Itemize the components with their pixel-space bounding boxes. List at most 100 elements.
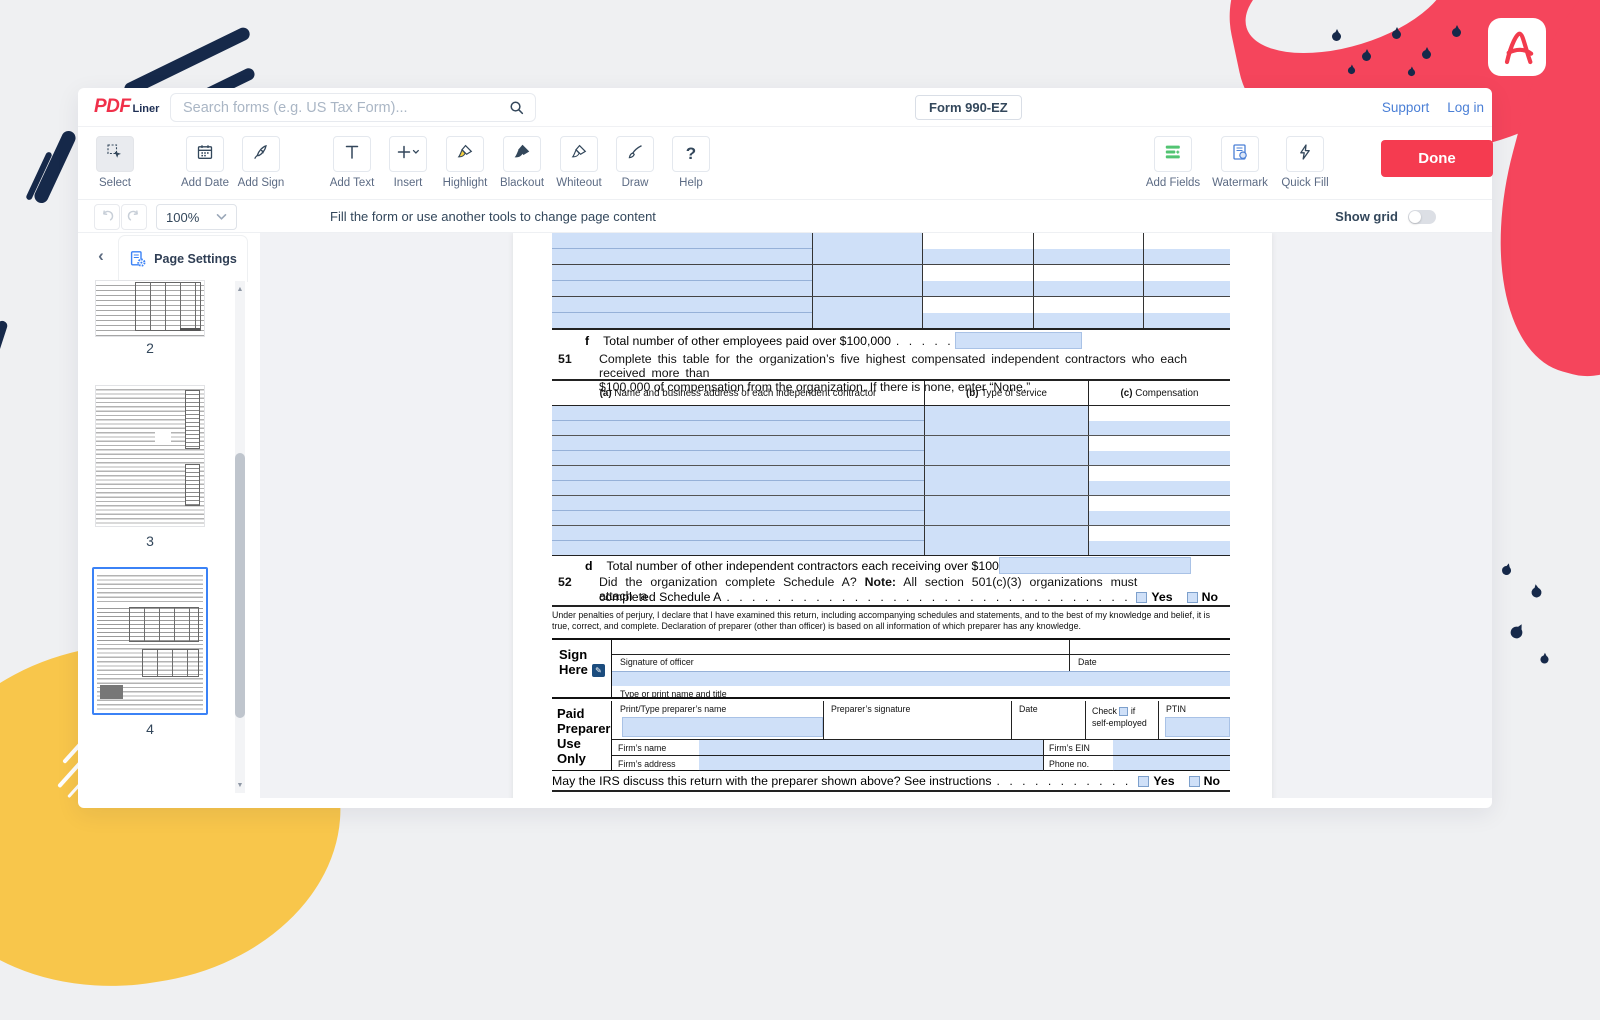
no-checkbox-52[interactable] [1187, 592, 1198, 603]
form-field[interactable] [922, 265, 1033, 296]
ptin-label: PTIN [1166, 704, 1186, 714]
page-thumbnail-2[interactable] [95, 280, 205, 337]
add-sign-button[interactable]: Add Sign [229, 136, 293, 189]
tool-label: Insert [394, 177, 423, 189]
add-text-button[interactable]: Add Text [320, 136, 384, 189]
support-link[interactable]: Support [1382, 100, 1429, 115]
draw-button[interactable]: Draw [603, 136, 667, 189]
search-input[interactable] [181, 99, 508, 117]
highlighter-brush-icon [456, 143, 474, 166]
form-field[interactable] [552, 265, 812, 296]
no-checkbox-irs[interactable] [1189, 776, 1200, 787]
add-date-button[interactable]: Add Date [173, 136, 237, 189]
form-field[interactable] [552, 526, 924, 555]
check-if-label: Check if [1092, 706, 1135, 716]
form-field[interactable] [924, 436, 1088, 465]
preparer-name-field[interactable] [622, 717, 823, 737]
firms-name-field[interactable] [699, 740, 1043, 755]
form-field[interactable] [552, 436, 924, 465]
yes-checkbox-52[interactable] [1136, 592, 1147, 603]
form-field[interactable] [552, 496, 924, 525]
redo-button[interactable] [121, 204, 147, 230]
line-51-number: 51 [558, 352, 572, 366]
form-field[interactable] [552, 233, 812, 264]
line-52-note: Note: [865, 575, 896, 589]
form-field-50f[interactable] [955, 332, 1082, 349]
form-field[interactable] [1143, 233, 1230, 264]
form-field[interactable] [812, 297, 922, 328]
form-field[interactable] [924, 496, 1088, 525]
form-field-51d[interactable] [999, 557, 1191, 574]
form-field[interactable] [924, 526, 1088, 555]
show-grid-toggle[interactable] [1408, 210, 1436, 224]
form-field[interactable] [812, 233, 922, 264]
chevron-down-icon [216, 213, 227, 221]
zoom-level-select[interactable]: 100% [156, 204, 237, 230]
search-bar[interactable] [170, 93, 536, 122]
page-thumbnail-3[interactable] [95, 385, 205, 527]
highlight-button[interactable]: Highlight [433, 136, 497, 189]
search-icon[interactable] [508, 99, 525, 116]
logo-liner-text: Liner [133, 103, 160, 115]
form-field[interactable] [924, 406, 1088, 435]
form-field[interactable] [1088, 466, 1230, 495]
logo-pdf-text: PDF [94, 96, 131, 118]
add-fields-button[interactable]: Add Fields [1141, 136, 1205, 189]
print-name-label: Print/Type preparer’s name [620, 704, 726, 714]
blackout-button[interactable]: Blackout [490, 136, 554, 189]
self-employed-checkbox[interactable] [1119, 707, 1128, 716]
page-settings-tab[interactable]: Page Settings [118, 235, 248, 282]
form-field[interactable] [1088, 436, 1230, 465]
form-field[interactable] [552, 297, 812, 328]
form-field[interactable] [1143, 297, 1230, 328]
page-settings-icon [129, 250, 147, 268]
tool-label: Blackout [500, 177, 544, 189]
show-grid-label: Show grid [1335, 200, 1398, 233]
firms-ein-field[interactable] [1113, 740, 1230, 755]
login-link[interactable]: Log in [1447, 100, 1484, 115]
decor-dot [1501, 565, 1512, 576]
decor-dot [1509, 625, 1525, 641]
done-button[interactable]: Done [1381, 140, 1493, 177]
form-field[interactable] [924, 466, 1088, 495]
tool-label: Add Date [181, 177, 229, 189]
help-button[interactable]: ? Help [659, 136, 723, 189]
form-field[interactable] [1088, 496, 1230, 525]
yes-checkbox-irs[interactable] [1138, 776, 1149, 787]
pdfliner-logo[interactable]: PDF Liner [94, 96, 159, 118]
whiteout-brush-icon [570, 143, 588, 166]
decor-dot [1452, 28, 1461, 37]
whiteout-button[interactable]: Whiteout [547, 136, 611, 189]
collapse-sidebar-chevron-icon[interactable]: ‹ [90, 245, 112, 267]
watermark-button[interactable]: Watermark [1208, 136, 1272, 189]
form-field[interactable] [552, 466, 924, 495]
question-mark-icon: ? [686, 144, 696, 164]
signature-field[interactable] [612, 671, 1230, 686]
scroll-down-arrow-icon[interactable]: ▼ [235, 781, 245, 791]
acrobat-logo-icon [1488, 18, 1546, 76]
undo-button[interactable] [94, 204, 120, 230]
firms-address-field[interactable] [699, 756, 1043, 770]
insert-button[interactable]: Insert [376, 136, 440, 189]
firms-ein-label: Firm’s EIN [1049, 743, 1090, 753]
ptin-field[interactable] [1165, 717, 1230, 737]
sidebar-scrollbar-thumb[interactable] [235, 453, 245, 718]
form-field[interactable] [1143, 265, 1230, 296]
phone-field[interactable] [1113, 756, 1230, 770]
form-field[interactable] [1088, 406, 1230, 435]
page-thumbnail-4-selected[interactable] [92, 567, 208, 715]
line-50f: f Total number of other employees paid o… [552, 332, 1230, 349]
scroll-up-arrow-icon[interactable]: ▲ [235, 285, 245, 295]
signature-field-icon[interactable]: ✎ [592, 664, 605, 677]
sign-label: SignHere [559, 647, 588, 677]
form-field[interactable] [922, 233, 1033, 264]
form-field[interactable] [1033, 233, 1143, 264]
form-field[interactable] [1033, 265, 1143, 296]
form-field[interactable] [812, 265, 922, 296]
form-field[interactable] [552, 406, 924, 435]
form-field[interactable] [922, 297, 1033, 328]
quick-fill-button[interactable]: Quick Fill [1273, 136, 1337, 189]
form-field[interactable] [1088, 526, 1230, 555]
select-tool-button[interactable]: Select [83, 136, 147, 189]
form-field[interactable] [1033, 297, 1143, 328]
